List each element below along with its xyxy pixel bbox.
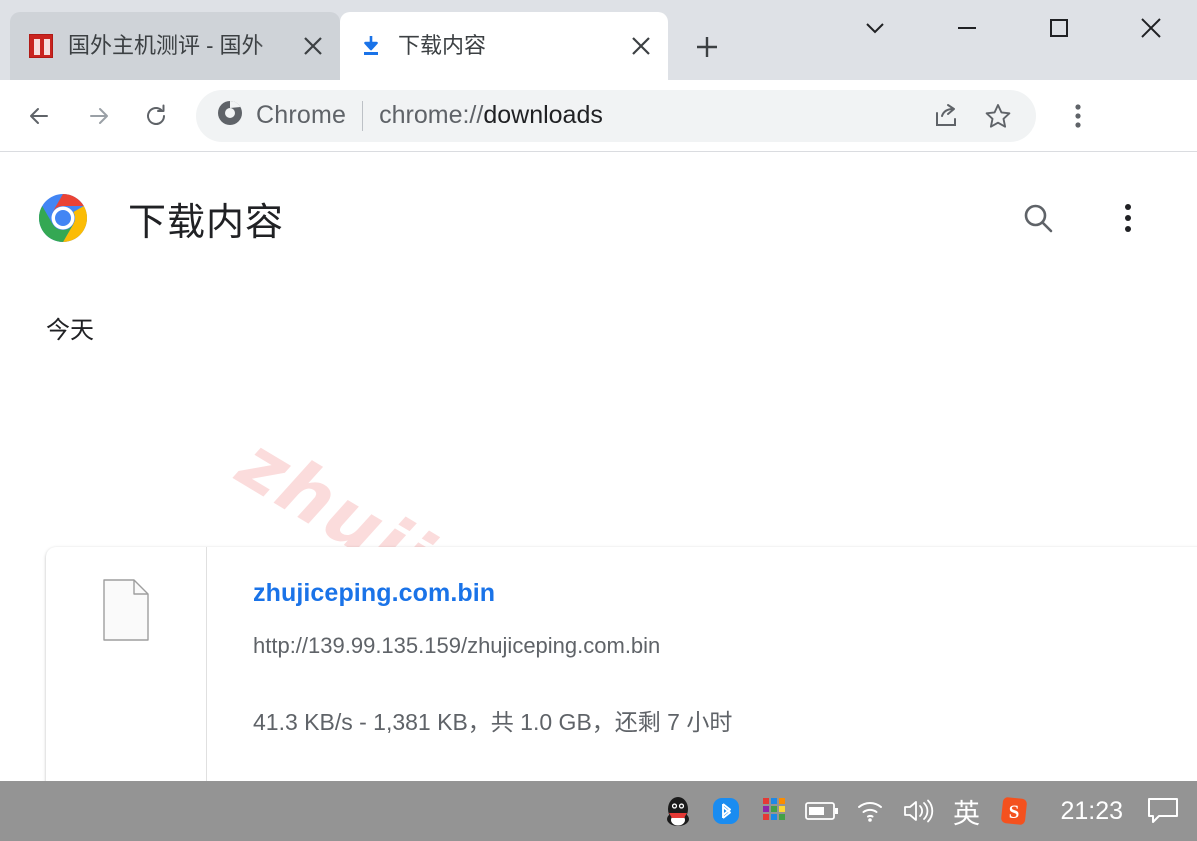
omnibox-actions [924, 94, 1020, 138]
chrome-chip: Chrome [216, 99, 346, 132]
taskbar: 英 S 21:23 [0, 781, 1197, 841]
screen: 国外主机测评 - 国外 下载内容 Chrome chrome://downloa… [0, 0, 1197, 841]
tab-search-icon[interactable] [829, 0, 921, 56]
page-header-actions [1015, 195, 1173, 241]
back-button[interactable] [14, 90, 66, 142]
section-date-header: 今天 [46, 317, 94, 344]
color-grid-icon[interactable] [750, 781, 798, 841]
chrome-icon [216, 99, 244, 132]
battery-icon[interactable] [798, 781, 846, 841]
bluetooth-icon[interactable] [702, 781, 750, 841]
red-site-icon [28, 33, 54, 59]
download-details: zhujiceping.com.bin http://139.99.135.15… [207, 547, 1197, 781]
wifi-icon[interactable] [846, 781, 894, 841]
tab-downloads[interactable]: 下载内容 [340, 12, 668, 80]
forward-button[interactable] [72, 90, 124, 142]
download-filename-link[interactable]: zhujiceping.com.bin [253, 579, 1191, 608]
reload-button[interactable] [130, 90, 182, 142]
omnibox-url: chrome://downloads [379, 101, 603, 129]
browser-toolbar: Chrome chrome://downloads [0, 80, 1197, 152]
notification-icon[interactable] [1139, 781, 1187, 841]
new-tab-button[interactable] [684, 24, 730, 70]
tab-strip: 国外主机测评 - 国外 下载内容 [0, 0, 1197, 80]
tab-site[interactable]: 国外主机测评 - 国外 [10, 12, 340, 80]
download-arrow-icon [358, 33, 384, 59]
tab-title: 下载内容 [398, 33, 487, 58]
window-controls [829, 0, 1197, 56]
minimize-icon[interactable] [921, 0, 1013, 56]
svg-text:S: S [1009, 802, 1020, 823]
volume-icon[interactable] [894, 781, 942, 841]
download-file-icon-column [46, 547, 207, 781]
qq-icon[interactable] [654, 781, 702, 841]
sogou-icon[interactable]: S [990, 781, 1038, 841]
search-icon[interactable] [1015, 195, 1061, 241]
download-item-card[interactable]: zhujiceping.com.bin http://139.99.135.15… [46, 547, 1197, 781]
browser-window: 国外主机测评 - 国外 下载内容 Chrome chrome://downloa… [0, 0, 1197, 781]
generic-file-icon [103, 579, 149, 641]
tab-title: 国外主机测评 - 国外 [68, 33, 264, 58]
chrome-chip-label: Chrome [256, 101, 347, 129]
share-icon[interactable] [924, 94, 968, 138]
download-source-url: http://139.99.135.159/zhujiceping.com.bi… [253, 633, 661, 658]
page-title: 下载内容 [128, 201, 285, 244]
taskbar-clock[interactable]: 21:23 [1038, 797, 1139, 826]
browser-menu-icon[interactable] [1056, 90, 1100, 142]
omnibox-divider [362, 100, 364, 131]
ime-icon[interactable]: 英 [942, 781, 990, 841]
taskbar-tray: 英 S 21:23 [654, 781, 1197, 841]
address-bar[interactable]: Chrome chrome://downloads [196, 89, 1036, 142]
maximize-icon[interactable] [1013, 0, 1105, 56]
page-menu-icon[interactable] [1105, 195, 1151, 241]
downloads-header: 下载内容 [0, 170, 1197, 266]
close-icon[interactable] [1105, 0, 1197, 56]
close-icon[interactable] [296, 29, 330, 63]
chrome-logo [38, 193, 88, 243]
close-icon[interactable] [624, 29, 658, 63]
star-icon[interactable] [976, 94, 1020, 138]
downloads-page: zhujiceping.com 下载内容 [0, 152, 1197, 781]
download-status-text: 41.3 KB/s - 1,381 KB，共 1.0 GB，还剩 7 小时 [253, 709, 733, 735]
